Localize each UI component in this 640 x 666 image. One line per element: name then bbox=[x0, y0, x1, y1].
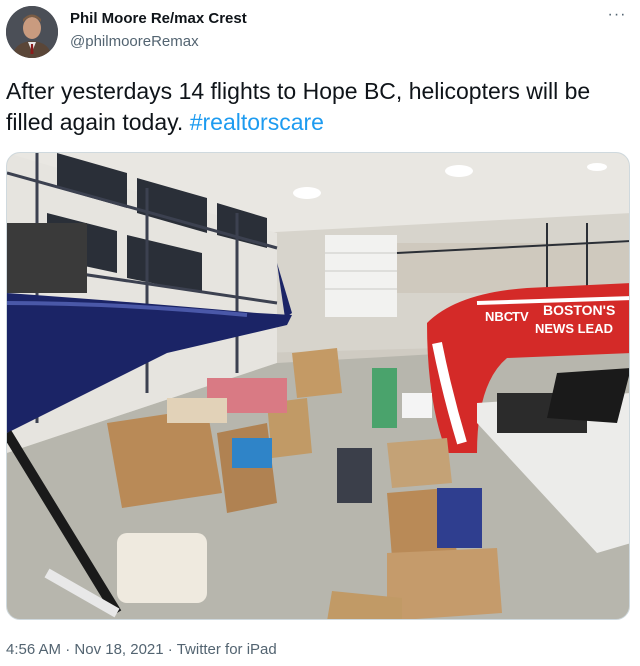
tweet: Phil Moore Re/max Crest @philmooreRemax … bbox=[0, 0, 640, 666]
tweet-date[interactable]: Nov 18, 2021 bbox=[74, 641, 163, 658]
tweet-photo[interactable]: NBC TV BOSTON'S NEWS LEAD bbox=[6, 152, 630, 620]
hangar-photo: NBC TV BOSTON'S NEWS LEAD bbox=[7, 153, 629, 619]
meta-separator-1: · bbox=[61, 641, 75, 658]
user-handle[interactable]: @philmooreRemax bbox=[70, 33, 199, 50]
logo-prefix: NBC bbox=[485, 309, 514, 324]
logo-suffix: TV bbox=[512, 309, 529, 324]
logo-line1: BOSTON'S bbox=[543, 302, 615, 318]
tweet-time[interactable]: 4:56 AM bbox=[6, 641, 61, 658]
avatar[interactable] bbox=[6, 6, 58, 58]
hashtag-link[interactable]: #realtorscare bbox=[190, 109, 324, 135]
profile-photo-icon bbox=[6, 6, 58, 58]
tweet-metadata: 4:56 AM · Nov 18, 2021 · Twitter for iPa… bbox=[6, 641, 277, 658]
more-options-icon[interactable]: ··· bbox=[604, 6, 630, 26]
display-name[interactable]: Phil Moore Re/max Crest bbox=[70, 10, 247, 27]
meta-separator-2: · bbox=[163, 641, 177, 658]
tweet-text: After yesterdays 14 flights to Hope BC, … bbox=[6, 76, 636, 138]
logo-line2: NEWS LEAD bbox=[535, 321, 613, 336]
tweet-source[interactable]: Twitter for iPad bbox=[177, 641, 277, 658]
